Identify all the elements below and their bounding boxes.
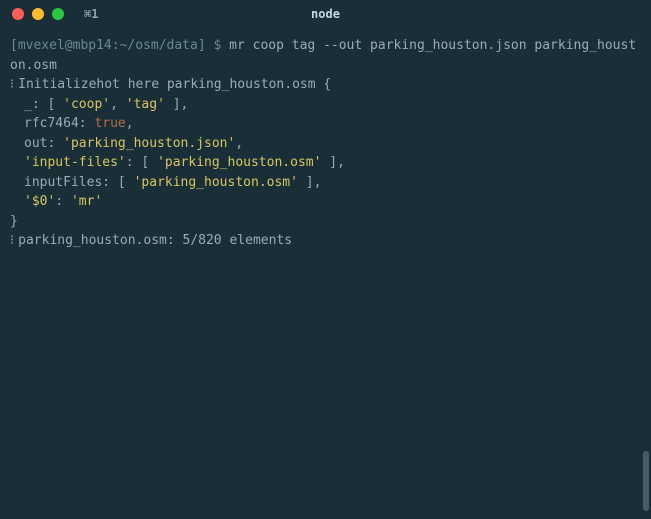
terminal-body[interactable]: [mvexel@mbp14:~/osm/data] $ mr coop tag … [0,28,651,519]
close-icon[interactable] [12,8,24,20]
marker-icon: ⁝ [10,233,14,248]
marker-icon: ⁝ [10,77,14,92]
close-brace: } [10,212,641,232]
traffic-lights [12,8,64,20]
status-text: parking_houston.osm: 5/820 elements [18,233,292,248]
tab-label[interactable]: ⌘1 [84,5,98,23]
maximize-icon[interactable] [52,8,64,20]
window-title: node [311,5,340,23]
output-entry: rfc7464: true, [10,114,641,134]
init-text: Initializehot here parking_houston.osm { [18,77,331,92]
minimize-icon[interactable] [32,8,44,20]
titlebar: ⌘1 node [0,0,651,28]
output-entries: _: [ 'coop', 'tag' ],rfc7464: true,out: … [10,95,641,212]
output-entry: out: 'parking_houston.json', [10,134,641,154]
output-entry: '$0': 'mr' [10,192,641,212]
output-init: ⁝ Initializehot here parking_houston.osm … [10,75,641,95]
command-line: [mvexel@mbp14:~/osm/data] $ mr coop tag … [10,36,641,75]
prompt: [mvexel@mbp14:~/osm/data] $ [10,38,229,53]
output-entry: inputFiles: [ 'parking_houston.osm' ], [10,173,641,193]
output-entry: _: [ 'coop', 'tag' ], [10,95,641,115]
scrollbar[interactable] [643,451,649,511]
output-entry: 'input-files': [ 'parking_houston.osm' ]… [10,153,641,173]
status-line: ⁝ parking_houston.osm: 5/820 elements [10,231,641,251]
